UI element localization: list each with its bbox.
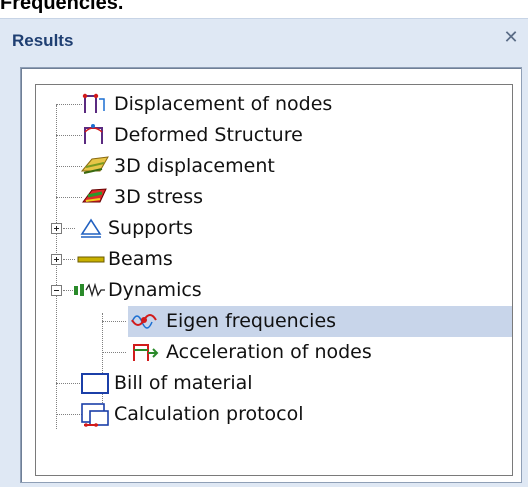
expand-button[interactable] xyxy=(51,223,62,234)
tree-item-label: Eigen frequencies xyxy=(166,310,337,332)
tree-item-label: Dynamics xyxy=(108,279,202,301)
tree-item-label: 3D stress xyxy=(114,186,203,208)
acceleration-nodes-icon xyxy=(133,344,159,361)
document-caption: Frequencies. xyxy=(0,0,124,14)
tree-item-acceleration-of-nodes[interactable]: Acceleration of nodes xyxy=(36,337,512,368)
tree-item-label: 3D displacement xyxy=(114,155,275,177)
eigen-frequencies-icon xyxy=(131,314,157,329)
tree-item-3d-stress[interactable]: 3D stress xyxy=(36,182,512,213)
3d-displacement-icon xyxy=(80,156,109,174)
results-panel: Results ✕ Displacement of nodes Deformed… xyxy=(0,18,528,487)
tree-item-label: Displacement of nodes xyxy=(114,93,333,115)
tree-item-label: Bill of material xyxy=(114,372,253,394)
bill-of-material-icon xyxy=(81,373,109,394)
tree-frame: Displacement of nodes Deformed Structure xyxy=(20,67,522,483)
tree-item-label: Supports xyxy=(108,217,194,239)
3d-stress-icon xyxy=(82,188,107,203)
tree-item-dynamics[interactable]: Dynamics xyxy=(36,275,512,306)
tree-item-label: Acceleration of nodes xyxy=(166,341,372,363)
tree-item-deformed-structure[interactable]: Deformed Structure xyxy=(36,120,512,151)
panel-header: Results ✕ xyxy=(0,19,528,65)
panel-title: Results xyxy=(12,31,74,50)
tree-item-label: Deformed Structure xyxy=(114,124,303,146)
tree-item-beams[interactable]: Beams xyxy=(36,244,512,275)
dynamics-icon xyxy=(74,282,105,298)
supports-icon xyxy=(80,218,102,238)
tree-item-label: Calculation protocol xyxy=(114,403,304,425)
tree-item-label: Beams xyxy=(108,248,173,270)
results-tree[interactable]: Displacement of nodes Deformed Structure xyxy=(35,84,513,476)
collapse-button[interactable] xyxy=(51,285,62,296)
tree-item-supports[interactable]: Supports xyxy=(36,213,512,244)
expand-button[interactable] xyxy=(51,254,62,265)
tree-item-calculation-protocol[interactable]: Calculation protocol xyxy=(36,399,512,430)
displacement-nodes-icon xyxy=(82,93,105,113)
calculation-protocol-icon xyxy=(81,403,109,427)
tree-item-bill-of-material[interactable]: Bill of material xyxy=(36,368,512,399)
beams-icon xyxy=(77,256,105,263)
tree-item-3d-displacement[interactable]: 3D displacement xyxy=(36,151,512,182)
tree-item-displacement-of-nodes[interactable]: Displacement of nodes xyxy=(36,89,512,120)
deformed-structure-icon xyxy=(84,124,103,144)
tree-item-eigen-frequencies[interactable]: Eigen frequencies xyxy=(36,306,512,337)
close-button[interactable]: ✕ xyxy=(502,27,520,49)
